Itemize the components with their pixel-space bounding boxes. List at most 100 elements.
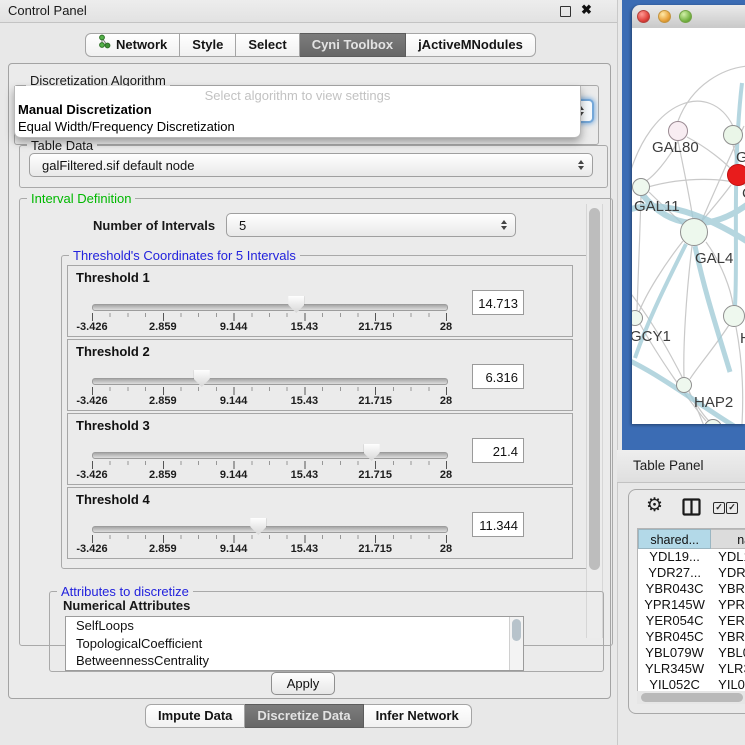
- table-cell: YLR345W: [638, 661, 711, 677]
- network-node[interactable]: [723, 305, 745, 327]
- thresholds-group-title: Threshold's Coordinates for 5 Intervals: [69, 248, 300, 263]
- table-row[interactable]: YDL19...YDL1: [638, 549, 745, 565]
- table-row[interactable]: YDR27...YDR2: [638, 565, 745, 581]
- slider-tick-label: 2.859: [149, 395, 177, 407]
- table-row[interactable]: YBL079WYBL0: [638, 645, 745, 661]
- network-node[interactable]: [676, 377, 692, 393]
- threshold-value-field[interactable]: 6.316: [472, 364, 524, 389]
- tab-impute-data[interactable]: Impute Data: [145, 704, 245, 728]
- network-node[interactable]: [632, 310, 643, 326]
- table-cell: YER054C: [638, 613, 711, 629]
- table-row[interactable]: YPR145WYPR1: [638, 597, 745, 613]
- number-of-intervals-value: 5: [239, 218, 246, 233]
- slider-tick-label: 21.715: [358, 469, 392, 481]
- column-header-name[interactable]: na: [711, 529, 745, 549]
- minimize-traffic-light[interactable]: [658, 10, 671, 23]
- network-node[interactable]: [668, 121, 688, 141]
- table-row[interactable]: YBR045CYBR0: [638, 629, 745, 645]
- table-data-title: Table Data: [27, 138, 97, 153]
- interval-scrollbar-track[interactable]: [586, 204, 603, 638]
- tab-cyni-toolbox[interactable]: Cyni Toolbox: [300, 33, 406, 57]
- network-node[interactable]: [632, 178, 650, 196]
- threshold-1-panel: Threshold 1 -3.4262.8599.14415.4321.7152…: [67, 265, 573, 337]
- slider-tick-label: 28: [440, 395, 452, 407]
- checkbox-icon[interactable]: ✓: [713, 502, 725, 514]
- network-canvas[interactable]: GAL80GACGAL11GAL4GCY1HHAP2: [632, 28, 745, 424]
- dropdown-item-manual-discretization[interactable]: Manual Discretization: [18, 102, 152, 117]
- zoom-traffic-light[interactable]: [679, 10, 692, 23]
- tab-jactivemnodules[interactable]: jActiveMNodules: [406, 33, 536, 57]
- attribute-item[interactable]: BetweennessCentrality: [66, 652, 523, 670]
- checkbox-icon[interactable]: ✓: [726, 502, 738, 514]
- network-node[interactable]: [723, 125, 743, 145]
- threshold-slider-track[interactable]: [92, 304, 448, 311]
- table-hscrollbar-track[interactable]: [637, 691, 745, 704]
- table-cell: YDR2: [711, 565, 745, 581]
- threshold-label: Threshold 4: [76, 492, 150, 507]
- tab-network[interactable]: Network: [85, 33, 180, 57]
- threshold-value-field[interactable]: 11.344: [472, 512, 524, 537]
- gear-icon[interactable]: ⚙: [646, 496, 663, 515]
- attributes-scrollbar-thumb[interactable]: [512, 619, 521, 641]
- dropdown-item-equal-width-frequency[interactable]: Equal Width/Frequency Discretization: [18, 119, 235, 134]
- attributes-scrollbar-track[interactable]: [509, 617, 523, 670]
- threshold-value-field[interactable]: 14.713: [472, 290, 524, 315]
- control-panel-titlebar: Control Panel ✖: [0, 0, 617, 23]
- tab-label: Impute Data: [158, 705, 232, 727]
- table-cell: YBL079W: [638, 645, 711, 661]
- table-cell: YBR0: [711, 629, 745, 645]
- slider-tick-label: 21.715: [358, 321, 392, 333]
- tab-style[interactable]: Style: [180, 33, 236, 57]
- control-panel: Control Panel ✖ Network Style Select: [0, 0, 618, 745]
- split-columns-icon[interactable]: [682, 498, 701, 521]
- slider-tick-label: 28: [440, 469, 452, 481]
- numerical-attributes-list[interactable]: SelfLoopsTopologicalCoefficientBetweenne…: [65, 616, 524, 671]
- attribute-item[interactable]: TopologicalCoefficient: [66, 635, 523, 653]
- number-of-intervals-combo[interactable]: 5: [226, 213, 516, 237]
- table-panel-title: Table Panel: [633, 458, 704, 473]
- table-cell: YBR0: [711, 581, 745, 597]
- tab-discretize-data[interactable]: Discretize Data: [245, 704, 363, 728]
- close-icon[interactable]: ✖: [581, 2, 592, 18]
- close-traffic-light[interactable]: [637, 10, 650, 23]
- table-header-row: shared... na: [638, 529, 745, 549]
- tab-label: Cyni Toolbox: [312, 34, 393, 56]
- threshold-slider-track[interactable]: [92, 452, 448, 459]
- threshold-4-panel: Threshold 4 -3.4262.8599.14415.4321.7152…: [67, 487, 573, 559]
- slider-tick-label: 21.715: [358, 395, 392, 407]
- float-window-icon[interactable]: [560, 6, 571, 17]
- network-node[interactable]: [704, 419, 722, 424]
- tab-infer-network[interactable]: Infer Network: [364, 704, 472, 728]
- network-tab-icon: [98, 34, 111, 56]
- network-node-label: GCY1: [632, 328, 671, 345]
- tab-label: Select: [248, 34, 286, 56]
- table-row[interactable]: YBR043CYBR0: [638, 581, 745, 597]
- table-data-combo[interactable]: galFiltered.sif default node: [29, 153, 593, 177]
- table-row[interactable]: YER054CYER0: [638, 613, 745, 629]
- slider-tick-label: -3.426: [76, 395, 107, 407]
- interval-scrollbar-thumb[interactable]: [589, 208, 600, 570]
- table-panel: ⚙ ✓ ✓ shared... na YDL19...YDL1YDR27...Y…: [628, 489, 745, 714]
- apply-button[interactable]: Apply: [271, 672, 335, 695]
- slider-tick-label: 9.144: [220, 469, 248, 481]
- tab-select[interactable]: Select: [236, 33, 299, 57]
- network-view-frame: GAL80GACGAL11GAL4GCY1HHAP2: [622, 0, 745, 450]
- table-cell: YIL0: [711, 677, 745, 692]
- threshold-slider-track[interactable]: [92, 526, 448, 533]
- network-window-titlebar[interactable]: [632, 5, 745, 29]
- table-hscrollbar-thumb[interactable]: [641, 693, 743, 702]
- attribute-item[interactable]: SelfLoops: [66, 617, 523, 635]
- threshold-slider-track[interactable]: [92, 378, 448, 385]
- combo-arrows-icon: [501, 220, 507, 230]
- slider-tick-label: 2.859: [149, 543, 177, 555]
- table-row[interactable]: YLR345WYLR3: [638, 661, 745, 677]
- top-tab-bar: Network Style Select Cyni Toolbox jActiv…: [85, 33, 536, 57]
- column-header-shared-name[interactable]: shared...: [638, 529, 711, 549]
- table-row[interactable]: YIL052CYIL0: [638, 677, 745, 692]
- slider-tick-label: 2.859: [149, 469, 177, 481]
- threshold-value-field[interactable]: 21.4: [472, 438, 524, 463]
- network-node[interactable]: [727, 164, 745, 186]
- network-node[interactable]: [680, 218, 708, 246]
- threshold-label: Threshold 1: [76, 270, 150, 285]
- table-cell: YDL1: [711, 549, 745, 565]
